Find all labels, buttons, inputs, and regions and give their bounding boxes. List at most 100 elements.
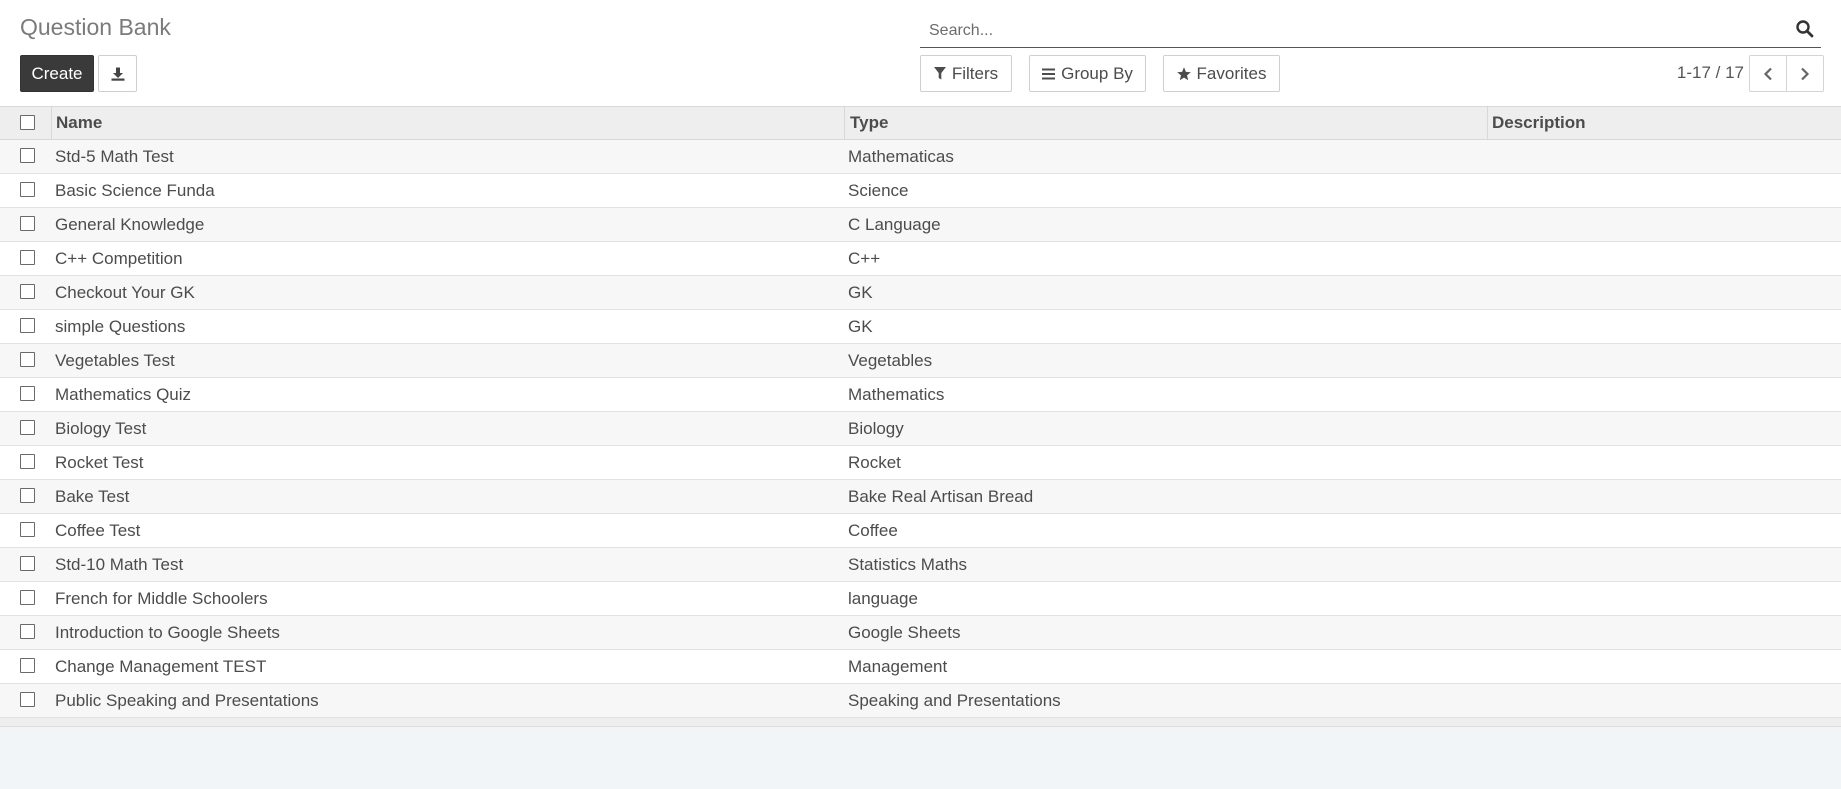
cell-name: Public Speaking and Presentations (55, 691, 319, 710)
table-row[interactable]: Biology Test Biology (0, 412, 1841, 446)
column-header-name[interactable]: Name (56, 107, 102, 139)
pager-next-button[interactable] (1786, 55, 1824, 92)
cell-name: Change Management TEST (55, 657, 267, 676)
page-title: Question Bank (20, 14, 171, 40)
search-input[interactable] (927, 19, 1781, 43)
bars-icon (1042, 68, 1056, 79)
table-row[interactable]: C++ Competition C++ (0, 242, 1841, 276)
star-icon (1176, 66, 1191, 80)
table-row[interactable]: simple Questions GK (0, 310, 1841, 344)
row-checkbox[interactable] (20, 522, 35, 537)
row-checkbox[interactable] (20, 182, 35, 197)
chevron-right-icon (1801, 67, 1810, 80)
cell-name: Biology Test (55, 419, 147, 438)
row-checkbox[interactable] (20, 624, 35, 639)
cell-name: Coffee Test (55, 521, 141, 540)
row-checkbox[interactable] (20, 250, 35, 265)
cell-name: Vegetables Test (55, 351, 175, 370)
cell-type: C Language (848, 215, 941, 234)
cell-type: GK (848, 317, 873, 336)
table-row[interactable]: Introduction to Google Sheets Google Shee… (0, 616, 1841, 650)
row-checkbox[interactable] (20, 590, 35, 605)
cell-type: Mathematicas (848, 147, 954, 166)
search-bar (920, 13, 1821, 48)
cell-name: Std-10 Math Test (55, 555, 184, 574)
cell-type: Vegetables (848, 351, 933, 370)
cell-type: Mathematics (848, 385, 945, 404)
table-row[interactable]: Coffee Test Coffee (0, 514, 1841, 548)
pager-previous-button[interactable] (1749, 55, 1787, 92)
cell-type: Coffee (848, 521, 898, 540)
table-row[interactable]: Std-5 Math Test Mathematicas (0, 140, 1841, 174)
cell-type: Statistics Maths (848, 555, 968, 574)
control-panel: Question Bank Create Filters (0, 0, 1841, 106)
cell-type: language (848, 589, 918, 608)
cell-name: Std-5 Math Test (55, 147, 174, 166)
table-row[interactable]: Checkout Your GK GK (0, 276, 1841, 310)
download-button[interactable] (98, 55, 137, 92)
row-checkbox[interactable] (20, 692, 35, 707)
cell-name: Basic Science Funda (55, 181, 215, 200)
table-row[interactable]: Change Management TEST Management (0, 650, 1841, 684)
group-by-button[interactable]: Group By (1029, 55, 1146, 92)
table-row[interactable]: Bake Test Bake Real Artisan Bread (0, 480, 1841, 514)
select-all-checkbox[interactable] (20, 115, 35, 130)
cell-type: Science (848, 181, 909, 200)
cell-type: Speaking and Presentations (848, 691, 1061, 710)
table-footer (0, 718, 1841, 727)
cell-type: Google Sheets (848, 623, 961, 642)
cell-type: C++ (848, 249, 881, 268)
cell-type: Rocket (848, 453, 901, 472)
pager-value[interactable]: 1-17 / 17 (1670, 63, 1744, 83)
favorites-label: Favorites (1196, 63, 1267, 83)
group-by-label: Group By (1061, 63, 1133, 83)
search-icon[interactable] (1795, 19, 1815, 39)
table-row[interactable]: Mathematics Quiz Mathematics (0, 378, 1841, 412)
column-divider (844, 107, 845, 139)
favorites-button[interactable]: Favorites (1163, 55, 1280, 92)
cell-name: C++ Competition (55, 249, 183, 268)
table-row[interactable]: French for Middle Schoolers language (0, 582, 1841, 616)
create-button[interactable]: Create (20, 55, 94, 92)
cell-name: French for Middle Schoolers (55, 589, 268, 608)
column-divider (1487, 107, 1488, 139)
cell-name: Introduction to Google Sheets (55, 623, 280, 642)
row-checkbox[interactable] (20, 658, 35, 673)
column-header-description[interactable]: Description (1492, 107, 1586, 139)
table-row[interactable]: Vegetables Test Vegetables (0, 344, 1841, 378)
row-checkbox[interactable] (20, 352, 35, 367)
row-checkbox[interactable] (20, 556, 35, 571)
row-checkbox[interactable] (20, 386, 35, 401)
table-row[interactable]: Std-10 Math Test Statistics Maths (0, 548, 1841, 582)
cell-type: Management (848, 657, 948, 676)
cell-name: Bake Test (55, 487, 130, 506)
table-row[interactable]: General Knowledge C Language (0, 208, 1841, 242)
table-row[interactable]: Rocket Test Rocket (0, 446, 1841, 480)
table-row[interactable]: Basic Science Funda Science (0, 174, 1841, 208)
filters-button[interactable]: Filters (920, 55, 1012, 92)
table-row[interactable]: Public Speaking and Presentations Speakin… (0, 684, 1841, 718)
row-checkbox[interactable] (20, 284, 35, 299)
row-checkbox[interactable] (20, 488, 35, 503)
cell-type: Biology (848, 419, 904, 438)
cell-name: Rocket Test (55, 453, 144, 472)
chevron-left-icon (1763, 67, 1772, 80)
row-checkbox[interactable] (20, 216, 35, 231)
row-checkbox[interactable] (20, 318, 35, 333)
row-checkbox[interactable] (20, 454, 35, 469)
download-icon (111, 67, 124, 81)
column-divider (51, 107, 52, 139)
row-checkbox[interactable] (20, 148, 35, 163)
cell-name: Mathematics Quiz (55, 385, 192, 404)
filters-label: Filters (951, 63, 999, 83)
filter-icon (933, 67, 946, 80)
column-header-type[interactable]: Type (850, 107, 888, 139)
table-header: Name Type Description (0, 106, 1841, 140)
row-checkbox[interactable] (20, 420, 35, 435)
cell-type: GK (848, 283, 873, 302)
cell-name: Checkout Your GK (55, 283, 195, 302)
list-view: Question Bank Create Filters (0, 0, 1841, 789)
cell-name: General Knowledge (55, 215, 205, 234)
records-table: Name Type Description Std-5 Math Test Mat… (0, 106, 1841, 727)
cell-type: Bake Real Artisan Bread (848, 487, 1034, 506)
